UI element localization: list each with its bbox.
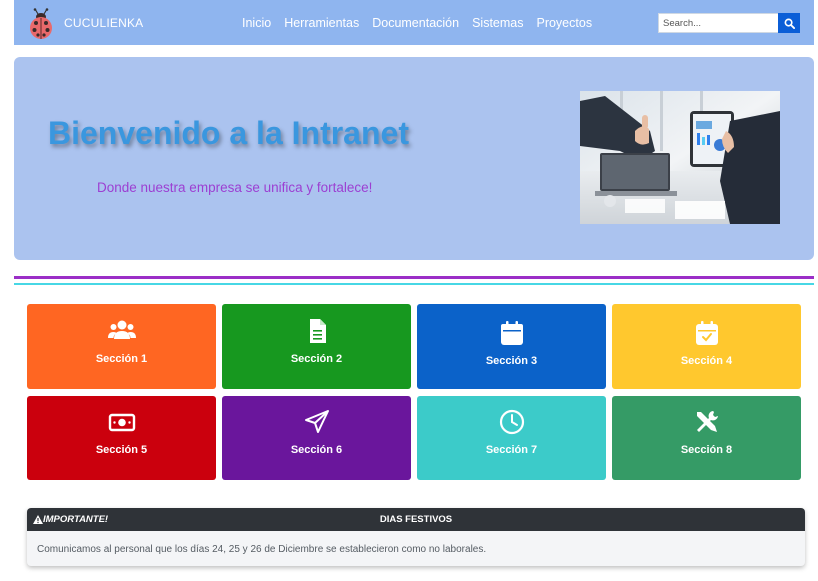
brand[interactable]: CUCULIENKA	[28, 6, 143, 40]
money-icon	[108, 413, 135, 432]
divider-purple	[14, 276, 814, 279]
calendar-icon	[500, 321, 523, 345]
section-6-tile[interactable]: Sección 6	[222, 396, 411, 480]
section-3-label: Sección 3	[485, 355, 538, 367]
business-meeting-image	[580, 91, 780, 224]
search-button[interactable]	[778, 13, 800, 33]
nav-link-proyectos[interactable]: Proyectos	[536, 16, 592, 30]
section-8-label: Sección 8	[680, 444, 733, 456]
notice-card: IMPORTANTE! DIAS FESTIVOS Comunicamos al…	[27, 508, 805, 566]
users-icon	[107, 320, 136, 339]
section-4-tile[interactable]: Sección 4	[612, 304, 801, 389]
notice-header: IMPORTANTE! DIAS FESTIVOS	[27, 508, 805, 531]
clock-icon	[499, 409, 524, 435]
section-1-tile[interactable]: Sección 1	[27, 304, 216, 389]
section-5-tile[interactable]: Sección 5	[27, 396, 216, 480]
search-icon	[784, 18, 795, 29]
paper-plane-icon	[304, 410, 329, 433]
brand-name[interactable]: CUCULIENKA	[64, 16, 143, 30]
section-7-label: Sección 7	[485, 444, 538, 456]
nav-link-inicio[interactable]: Inicio	[242, 16, 271, 30]
section-8-tile[interactable]: Sección 8	[612, 396, 801, 480]
search-form	[658, 13, 800, 33]
section-2-tile[interactable]: Sección 2	[222, 304, 411, 389]
top-navbar: CUCULIENKA Inicio Herramientas Documenta…	[14, 0, 814, 45]
hero-title: Bienvenido a la Intranet	[48, 115, 409, 151]
nav-link-sistemas[interactable]: Sistemas	[472, 16, 523, 30]
divider-cyan	[14, 283, 814, 285]
search-input[interactable]	[658, 13, 778, 33]
section-7-tile[interactable]: Sección 7	[417, 396, 606, 480]
section-5-label: Sección 5	[95, 444, 148, 456]
section-1-label: Sección 1	[95, 353, 148, 365]
nav-link-documentacion[interactable]: Documentación	[372, 16, 459, 30]
calendar-check-icon	[695, 321, 718, 345]
notice-message: Comunicamos al personal que los días 24,…	[37, 544, 487, 555]
hero-subtitle: Donde nuestra empresa se unifica y forta…	[97, 180, 373, 195]
nav-link-herramientas[interactable]: Herramientas	[284, 16, 359, 30]
nav-links: Inicio Herramientas Documentación Sistem…	[242, 0, 605, 45]
notice-title: DIAS FESTIVOS	[379, 514, 453, 525]
section-6-label: Sección 6	[290, 444, 343, 456]
section-3-tile[interactable]: Sección 3	[417, 304, 606, 389]
section-2-label: Sección 2	[290, 353, 343, 365]
hero-banner: Bienvenido a la Intranet Donde nuestra e…	[14, 57, 814, 260]
document-icon	[309, 319, 326, 343]
section-4-label: Sección 4	[680, 355, 733, 367]
tools-icon	[696, 411, 718, 432]
ladybug-logo-icon	[30, 7, 52, 39]
